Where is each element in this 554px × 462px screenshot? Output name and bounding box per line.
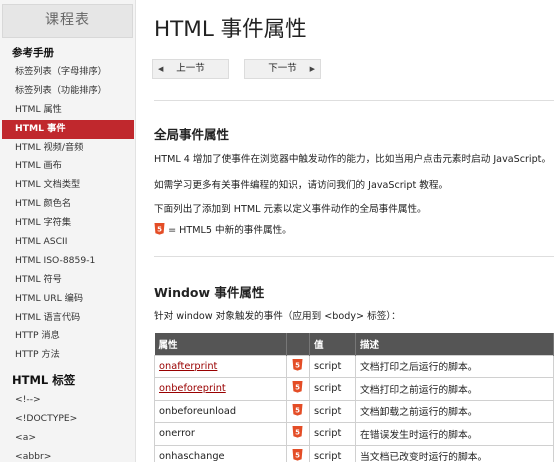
event-attribute-name: onbeforeunload	[159, 405, 237, 417]
cell-attribute: onbeforeprint	[154, 377, 287, 401]
cell-description: 文档打印之后运行的脚本。	[355, 354, 554, 378]
window-events-table: 属性 值 描述 onafterprint 5 script 文档打印之后运行的脚本。 o…	[154, 333, 554, 462]
event-attribute-link[interactable]: onafterprint	[159, 361, 217, 372]
cell-attribute: onerror	[154, 422, 287, 446]
cell-html5: 5	[286, 444, 310, 462]
svg-text:5: 5	[295, 451, 300, 459]
sidebar-item[interactable]: HTML 文档类型	[0, 176, 135, 195]
cell-description: 在错误发生时运行的脚本。	[355, 422, 554, 446]
cell-html5: 5	[286, 354, 310, 378]
svg-text:5: 5	[295, 429, 300, 437]
header-value: 值	[309, 333, 356, 355]
tutorial-paragraph: 如需学习更多有关事件编程的知识，请访问我们的 JavaScript 教程。	[154, 180, 449, 191]
sidebar-item[interactable]: HTML 符号	[0, 271, 135, 290]
cell-value: script	[309, 444, 356, 462]
sidebar-item[interactable]: HTML ASCII	[0, 233, 135, 252]
global-events-heading: 全局事件属性	[154, 127, 230, 142]
page-title: HTML 事件属性	[154, 17, 307, 42]
sidebar-item[interactable]: 标签列表（功能排序）	[0, 82, 135, 101]
prev-section-label: 上一节	[176, 63, 205, 74]
sidebar-item[interactable]: HTML ISO-8859-1	[0, 252, 135, 271]
cell-html5: 5	[286, 399, 310, 423]
html5-note-text: = HTML5 中新的事件属性。	[168, 225, 292, 236]
html5-note: 5 = HTML5 中新的事件属性。	[154, 222, 292, 236]
cell-description: 文档打印之前运行的脚本。	[355, 377, 554, 401]
table-body: onafterprint 5 script 文档打印之后运行的脚本。 onbeforep…	[154, 354, 554, 462]
sidebar-tag-item[interactable]: <!DOCTYPE>	[0, 410, 135, 429]
sidebar: 课程表 参考手册 标签列表（字母排序） 标签列表（功能排序） HTML 属性 HTML…	[0, 0, 136, 462]
sidebar-item[interactable]: 标签列表（字母排序）	[0, 63, 135, 82]
svg-text:5: 5	[157, 226, 162, 234]
sidebar-tag-item[interactable]: <abbr>	[0, 448, 135, 462]
cell-attribute: onafterprint	[154, 354, 287, 378]
table-row: onbeforeprint 5 script 文档打印之前运行的脚本。	[154, 377, 554, 401]
sidebar-title: 课程表	[2, 4, 133, 38]
reference-section-heading: 参考手册	[12, 47, 54, 59]
cell-html5: 5	[286, 422, 310, 446]
cell-value: script	[309, 399, 356, 423]
main-content: HTML 事件属性 ◀ 上一节 下一节 ▶ 全局事件属性 HTML 4 增加了使…	[137, 0, 554, 462]
sidebar-item[interactable]: HTML 属性	[0, 101, 135, 120]
right-arrow-icon: ▶	[309, 65, 315, 73]
prev-section-button[interactable]: ◀ 上一节	[152, 59, 229, 79]
reference-nav-list: 标签列表（字母排序） 标签列表（功能排序） HTML 属性 HTML 事件 HTML 视…	[0, 63, 135, 365]
sidebar-item[interactable]: HTML URL 编码	[0, 290, 135, 309]
cell-attribute: onbeforeunload	[154, 399, 287, 423]
html5-icon: 5	[292, 448, 303, 461]
list-intro-paragraph: 下面列出了添加到 HTML 元素以定义事件动作的全局事件属性。	[154, 204, 427, 215]
sidebar-item[interactable]: HTML 语言代码	[0, 309, 135, 328]
cell-attribute: onhaschange	[154, 444, 287, 462]
window-events-description: 针对 window 对象触发的事件（应用到 <body> 标签）：	[154, 311, 401, 322]
cell-description: 当文档已改变时运行的脚本。	[355, 444, 554, 462]
html5-icon: 5	[292, 426, 303, 438]
divider	[154, 256, 554, 257]
header-attribute: 属性	[154, 333, 287, 355]
intro-paragraph: HTML 4 增加了使事件在浏览器中触发动作的能力，比如当用户点击元素时启动 J…	[154, 154, 552, 165]
svg-text:5: 5	[295, 384, 300, 392]
event-attribute-link[interactable]: onbeforeprint	[159, 383, 226, 394]
html-tags-section-heading: HTML 标签	[12, 373, 76, 388]
html5-icon: 5	[292, 358, 303, 371]
sidebar-item[interactable]: HTML 字符集	[0, 214, 135, 233]
divider	[154, 100, 554, 101]
next-section-button[interactable]: 下一节 ▶	[244, 59, 321, 79]
header-description: 描述	[355, 333, 554, 355]
sidebar-item[interactable]: HTTP 方法	[0, 346, 135, 365]
cell-description: 文档卸载之前运行的脚本。	[355, 399, 554, 423]
html5-icon: 5	[292, 403, 303, 416]
window-events-heading: Window 事件属性	[154, 285, 265, 300]
event-attribute-name: onhaschange	[159, 450, 225, 462]
html5-icon: 5	[154, 223, 165, 235]
sidebar-item[interactable]: HTML 视频/音频	[0, 139, 135, 158]
svg-text:5: 5	[295, 406, 300, 414]
event-attribute-name: onerror	[159, 428, 195, 440]
sidebar-tag-item[interactable]: <a>	[0, 429, 135, 448]
svg-text:5: 5	[295, 361, 300, 369]
table-row: onerror 5 script 在错误发生时运行的脚本。	[154, 422, 554, 446]
sidebar-tag-item[interactable]: <!-->	[0, 391, 135, 410]
sidebar-item[interactable]: HTML 颜色名	[0, 195, 135, 214]
table-row: onbeforeunload 5 script 文档卸载之前运行的脚本。	[154, 399, 554, 423]
sidebar-item[interactable]: HTML 事件	[2, 119, 134, 139]
cell-value: script	[309, 377, 356, 401]
sidebar-item[interactable]: HTML 画布	[0, 157, 135, 176]
table-header-row: 属性 值 描述	[154, 333, 554, 355]
html5-icon: 5	[292, 381, 303, 393]
cell-html5: 5	[286, 377, 310, 401]
sidebar-item[interactable]: HTTP 消息	[0, 327, 135, 346]
cell-value: script	[309, 422, 356, 446]
tag-nav-list: <!--> <!DOCTYPE> <a> <abbr>	[0, 391, 135, 462]
table-row: onhaschange 5 script 当文档已改变时运行的脚本。	[154, 444, 554, 462]
cell-value: script	[309, 354, 356, 378]
header-html5	[286, 333, 310, 355]
table-row: onafterprint 5 script 文档打印之后运行的脚本。	[154, 354, 554, 378]
